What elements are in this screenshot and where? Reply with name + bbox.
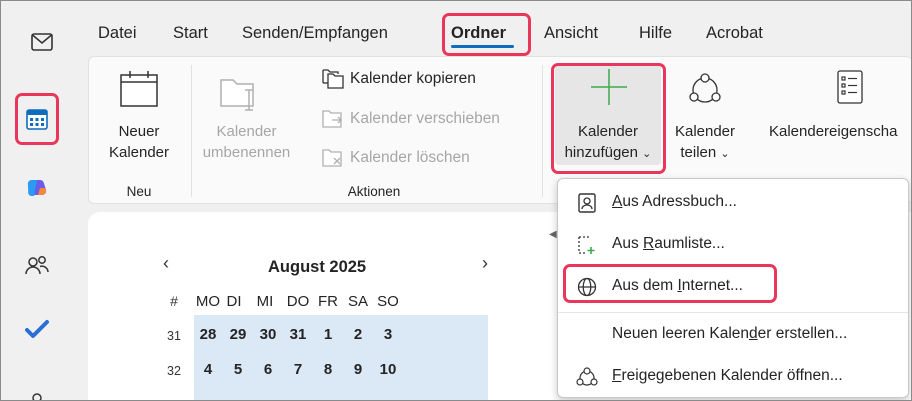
move-calendar-button[interactable]: Kalender verschieben bbox=[322, 109, 500, 129]
delete-calendar-icon bbox=[322, 149, 342, 167]
menu-start[interactable]: Start bbox=[173, 24, 208, 43]
weekday-label: MI bbox=[256, 293, 274, 310]
calendar-day[interactable]: 31 bbox=[285, 326, 311, 343]
dd-label-pre: Aus bbox=[612, 235, 644, 252]
menu-hilfe[interactable]: Hilfe bbox=[639, 24, 672, 43]
calendar-day[interactable]: 9 bbox=[345, 361, 371, 378]
new-calendar-label-1: Neuer bbox=[118, 123, 160, 140]
week-header: # bbox=[170, 293, 178, 309]
calendar-day[interactable]: 29 bbox=[225, 326, 251, 343]
prev-month-button[interactable]: ‹ bbox=[163, 253, 169, 274]
week-number: 31 bbox=[167, 329, 181, 343]
calendar-properties-button[interactable]: Kalendereigenscha bbox=[769, 121, 912, 142]
rename-calendar-label-1: Kalender bbox=[216, 123, 277, 140]
calendar-day[interactable]: 10 bbox=[375, 361, 401, 378]
collapse-ribbon-icon[interactable]: ◀ bbox=[549, 229, 557, 240]
calendar-day[interactable]: 28 bbox=[195, 326, 221, 343]
new-calendar-label-2: Kalender bbox=[108, 144, 170, 161]
ribbon-separator bbox=[191, 65, 192, 197]
calendar-day[interactable]: 4 bbox=[195, 361, 221, 378]
more-apps-icon[interactable] bbox=[17, 375, 57, 401]
calendar-day[interactable]: 5 bbox=[225, 361, 251, 378]
week-number: 32 bbox=[167, 364, 181, 378]
new-calendar-button[interactable]: Neuer Kalender bbox=[97, 121, 181, 163]
ribbon-separator bbox=[542, 65, 543, 197]
copy-calendar-label: Kalender kopieren bbox=[350, 70, 476, 87]
calendar-properties-icon bbox=[837, 70, 863, 108]
weekday-label: DO bbox=[286, 293, 310, 310]
new-calendar-icon bbox=[119, 70, 159, 112]
calendar-day[interactable]: 3 bbox=[375, 326, 401, 343]
share-calendar-label-2: teilen bbox=[680, 144, 717, 161]
menu-item-open-shared-calendar[interactable]: Freigegebenen Kalender öffnen... bbox=[558, 355, 908, 397]
calendar-day[interactable]: 6 bbox=[255, 361, 281, 378]
calendar-day[interactable]: 30 bbox=[255, 326, 281, 343]
copy-calendar-button[interactable]: Kalender kopieren bbox=[322, 69, 476, 89]
address-book-icon bbox=[576, 192, 598, 214]
app-rail bbox=[0, 0, 86, 401]
shared-calendar-icon bbox=[576, 366, 598, 388]
menu-item-room-list[interactable]: Aus Raumliste... bbox=[558, 223, 908, 265]
menu-acrobat[interactable]: Acrobat bbox=[706, 24, 763, 43]
chevron-down-icon: ⌄ bbox=[720, 148, 730, 160]
weekday-label: DI bbox=[226, 293, 242, 310]
dd-label-accel: R bbox=[643, 235, 655, 252]
weekday-label: SA bbox=[347, 293, 368, 310]
weekday-label: SO bbox=[377, 293, 399, 310]
calendar-day[interactable]: 8 bbox=[315, 361, 341, 378]
dd-label-post: aumliste... bbox=[654, 235, 725, 252]
share-calendar-icon bbox=[686, 73, 724, 111]
dd-label-pre: Neuen leeren Kalen bbox=[612, 325, 750, 342]
menu-datei[interactable]: Datei bbox=[98, 24, 137, 43]
calendar-icon[interactable] bbox=[17, 99, 57, 139]
ordner-highlight bbox=[442, 13, 531, 56]
delete-calendar-label: Kalender löschen bbox=[350, 149, 470, 166]
menu-item-address-book[interactable]: Aus Adressbuch... bbox=[558, 181, 908, 223]
copy-calendar-icon bbox=[322, 69, 344, 89]
group-label-new: Neu bbox=[126, 184, 152, 199]
move-calendar-icon bbox=[322, 110, 342, 128]
delete-calendar-button[interactable]: Kalender löschen bbox=[322, 148, 470, 168]
menu-senden-empfangen[interactable]: Senden/Empfangen bbox=[242, 24, 388, 43]
dd-label-post: er erstellen... bbox=[757, 325, 848, 342]
menu-ansicht[interactable]: Ansicht bbox=[544, 24, 598, 43]
next-month-button[interactable]: › bbox=[482, 253, 488, 274]
dd-label-accel: d bbox=[749, 325, 758, 342]
rename-calendar-label-2: umbenennen bbox=[202, 144, 291, 161]
dd-label-accel: A bbox=[612, 193, 623, 210]
rename-calendar-icon bbox=[219, 76, 261, 116]
calendar-day[interactable]: 2 bbox=[345, 326, 371, 343]
from-internet-highlight bbox=[563, 264, 777, 303]
weekday-label: MO bbox=[195, 293, 221, 310]
dd-label-post: reigegebenen Kalender öffnen... bbox=[621, 367, 843, 384]
copilot-icon[interactable] bbox=[17, 168, 57, 208]
dd-label-post: us Adressbuch... bbox=[622, 193, 737, 210]
group-label-actions: Aktionen bbox=[347, 184, 401, 199]
rename-calendar-button[interactable]: Kalender umbenennen bbox=[199, 121, 294, 163]
room-list-icon bbox=[576, 234, 598, 256]
share-calendar-button[interactable]: Kalender teilen ⌄ bbox=[665, 121, 745, 165]
calendar-day[interactable]: 7 bbox=[285, 361, 311, 378]
month-title: August 2025 bbox=[268, 258, 367, 276]
people-icon[interactable] bbox=[17, 245, 57, 285]
mail-icon[interactable] bbox=[22, 22, 62, 62]
calendar-day[interactable]: 1 bbox=[315, 326, 341, 343]
weekday-label: FR bbox=[318, 293, 338, 310]
menu-item-new-blank-calendar[interactable]: Neuen leeren Kalender erstellen... bbox=[558, 313, 908, 355]
add-calendar-highlight bbox=[551, 63, 666, 174]
todo-icon[interactable] bbox=[17, 309, 57, 349]
move-calendar-label: Kalender verschieben bbox=[350, 110, 500, 127]
share-calendar-label-1: Kalender bbox=[674, 123, 736, 140]
